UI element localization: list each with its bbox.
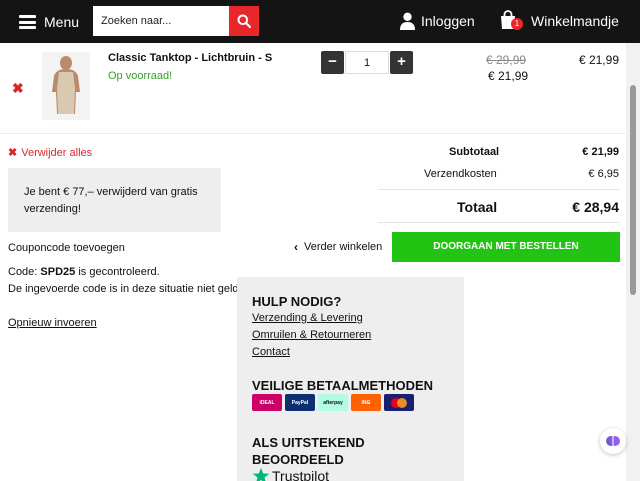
quantity-input[interactable] <box>345 51 389 74</box>
stock-status: Op voorraad! <box>108 70 173 82</box>
original-price: € 29,99 <box>486 53 527 67</box>
chevron-left-icon: ‹ <box>294 240 298 254</box>
remove-all-label: Verwijder alles <box>21 146 93 159</box>
continue-shopping-label: Verder winkelen <box>304 241 383 253</box>
paypal-icon: PayPal <box>285 394 315 411</box>
mastercard-icon <box>384 394 414 411</box>
payment-methods-title: VEILIGE BETAALMETHODEN <box>252 378 434 393</box>
coupon-code: SPD25 <box>40 266 76 278</box>
coupon-message: De ingevoerde code is in deze situatie n… <box>8 283 240 295</box>
subtotal-value: € 21,99 <box>582 146 619 158</box>
contact-link[interactable]: Contact <box>252 346 290 358</box>
scrollbar-thumb[interactable] <box>630 85 636 295</box>
quantity-increase-button[interactable]: + <box>390 51 413 74</box>
close-icon: ✖ <box>8 147 18 159</box>
trustpilot-label: Trustpilot <box>272 468 330 481</box>
trustpilot-badge[interactable]: Trustpilot <box>252 467 329 481</box>
login-label: Inloggen <box>421 13 475 29</box>
user-icon <box>400 12 415 30</box>
continue-shopping-link[interactable]: ‹ Verder winkelen <box>294 240 382 254</box>
site-header: Menu Inloggen 1 Winkelmandje <box>0 0 640 43</box>
brain-icon <box>606 436 620 446</box>
coupon-status-prefix: Code: <box>8 266 41 278</box>
reenter-coupon-link[interactable]: Opnieuw invoeren <box>8 317 97 329</box>
totals-divider <box>378 222 620 223</box>
rating-title: ALS UITSTEKEND BEOORDEELD <box>252 435 365 467</box>
login-link[interactable]: Inloggen <box>400 12 475 30</box>
quantity-decrease-button[interactable]: − <box>321 51 344 74</box>
search-button[interactable] <box>229 6 259 36</box>
ing-icon: ING <box>351 394 381 411</box>
divider <box>0 133 626 134</box>
subtotal-label: Subtotaal <box>449 146 500 158</box>
hamburger-icon <box>19 15 36 29</box>
star-icon <box>252 467 270 481</box>
search-icon <box>237 14 251 28</box>
remove-item-icon[interactable]: ✖ <box>12 80 24 97</box>
checkout-button[interactable]: DOORGAAN MET BESTELLEN <box>392 232 620 262</box>
cart-link[interactable]: 1 Winkelmandje <box>499 10 619 32</box>
coupon-status: Code: SPD25 is gecontroleerd. <box>8 266 160 278</box>
returns-link[interactable]: Omruilen & Retourneren <box>252 329 371 341</box>
line-total: € 21,99 <box>578 53 619 67</box>
cart-count-badge: 1 <box>511 18 523 30</box>
total-value: € 28,94 <box>572 199 619 215</box>
product-name[interactable]: Classic Tanktop - Lichtbruin - S <box>108 52 272 64</box>
shipping-info-link[interactable]: Verzending & Levering <box>252 312 363 324</box>
menu-label: Menu <box>44 14 80 30</box>
product-image[interactable] <box>42 52 90 120</box>
free-shipping-line-2: verzending! <box>24 203 81 215</box>
total-label: Totaal <box>457 199 498 215</box>
sale-price: € 21,99 <box>488 69 529 83</box>
shipping-value: € 6,95 <box>588 168 619 180</box>
remove-all-button[interactable]: ✖ Verwijder alles <box>8 146 93 160</box>
cart-label: Winkelmandje <box>531 13 619 29</box>
coupon-title: Couponcode toevoegen <box>8 242 125 254</box>
afterpay-icon: afterpay <box>318 394 348 411</box>
search-input[interactable] <box>93 6 229 36</box>
free-shipping-line-1: Je bent € 77,– verwijderd van gratis <box>24 186 198 198</box>
menu-button[interactable]: Menu <box>19 12 79 32</box>
ideal-icon: iDEAL <box>252 394 282 411</box>
payment-methods: iDEAL PayPal afterpay ING <box>252 394 417 411</box>
totals-divider <box>378 189 620 190</box>
free-shipping-notice: Je bent € 77,– verwijderd van gratis ver… <box>8 168 221 232</box>
shipping-label: Verzendkosten <box>424 168 497 180</box>
help-title: HULP NODIG? <box>252 294 342 309</box>
assistant-widget-button[interactable] <box>600 428 626 454</box>
coupon-status-suffix: is gecontroleerd. <box>75 266 160 278</box>
